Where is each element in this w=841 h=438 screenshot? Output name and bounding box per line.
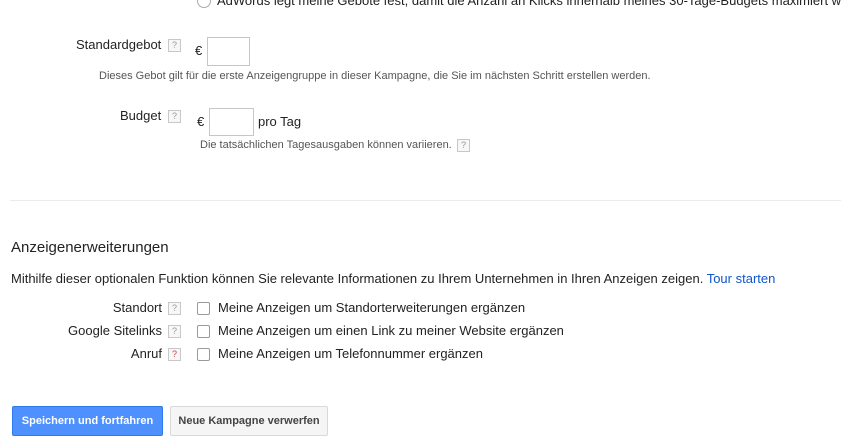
extensions-description: Mithilfe dieser optionalen Funktion könn…: [11, 271, 775, 286]
budget-unit: pro Tag: [258, 114, 302, 129]
budget-input[interactable]: [209, 108, 254, 136]
extension-label-sitelinks: Google Sitelinks: [68, 323, 162, 338]
help-icon[interactable]: ?: [168, 110, 181, 123]
budget-hint: Die tatsächlichen Tagesausgaben können v…: [200, 139, 452, 151]
help-icon[interactable]: ?: [168, 348, 181, 361]
call-extension-checkbox[interactable]: [197, 348, 210, 361]
location-extension-checkbox[interactable]: [197, 302, 210, 315]
extensions-description-text: Mithilfe dieser optionalen Funktion könn…: [11, 271, 704, 286]
standard-bid-input[interactable]: [207, 37, 250, 66]
save-and-continue-button[interactable]: Speichern und fortfahren: [12, 406, 163, 436]
help-icon[interactable]: ?: [168, 325, 181, 338]
tour-start-link[interactable]: Tour starten: [707, 271, 776, 286]
bidding-option-radio[interactable]: [197, 0, 211, 8]
standard-bid-label: Standardgebot: [76, 37, 162, 52]
section-title: Anzeigenerweiterungen: [11, 239, 169, 256]
help-icon[interactable]: ?: [457, 139, 470, 152]
section-divider: [10, 200, 841, 201]
standard-bid-hint: Dieses Gebot gilt für die erste Anzeigen…: [99, 70, 651, 82]
currency-symbol: €: [197, 114, 205, 129]
sitelinks-extension-checkbox[interactable]: [197, 325, 210, 338]
currency-symbol: €: [195, 43, 203, 58]
call-extension-label: Meine Anzeigen um Telefonnummer ergänzen: [218, 346, 483, 361]
location-extension-label: Meine Anzeigen um Standorterweiterungen …: [218, 300, 526, 315]
discard-campaign-button[interactable]: Neue Kampagne verwerfen: [170, 406, 328, 436]
bidding-option-label: AdWords legt meine Gebote fest, damit di…: [217, 0, 841, 8]
sitelinks-extension-label: Meine Anzeigen um einen Link zu meiner W…: [218, 323, 564, 338]
help-icon[interactable]: ?: [168, 302, 181, 315]
extension-label-call: Anruf: [130, 346, 162, 361]
help-icon[interactable]: ?: [168, 39, 181, 52]
extension-label-location: Standort: [112, 300, 162, 315]
budget-label: Budget: [120, 108, 162, 123]
